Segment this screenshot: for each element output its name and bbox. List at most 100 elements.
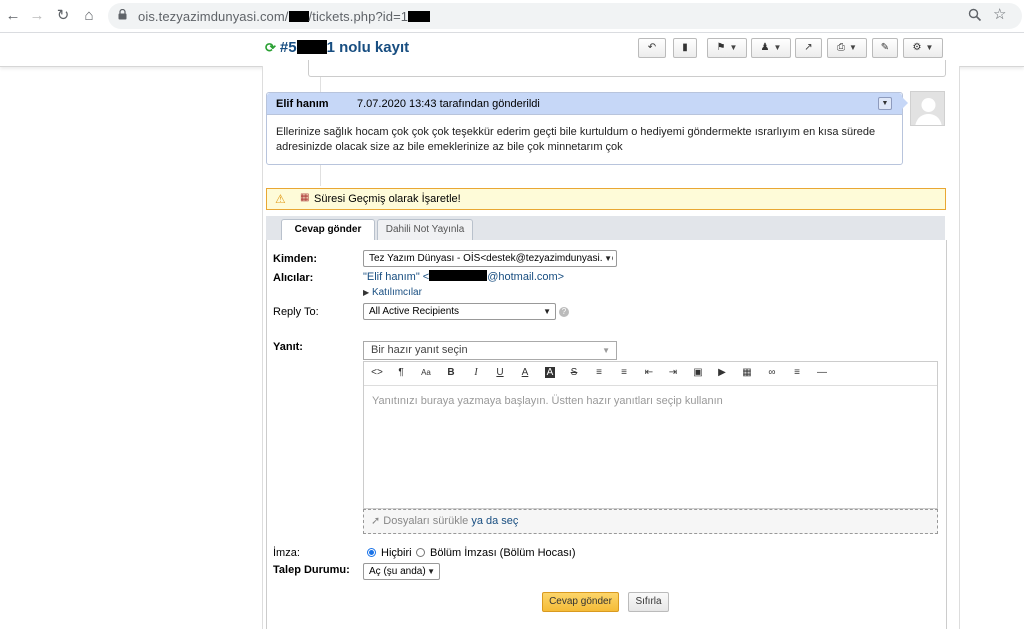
- image-icon[interactable]: ▣: [690, 366, 706, 380]
- gear-icon: ⚙: [912, 42, 922, 53]
- italic-icon[interactable]: I: [468, 366, 484, 380]
- choose-file-link[interactable]: ya da seç: [471, 515, 518, 527]
- numbered-list-icon[interactable]: ≡: [616, 366, 632, 380]
- reply-to-label: Reply To:: [273, 306, 319, 318]
- back-icon[interactable]: ←: [4, 7, 22, 25]
- recipient-address[interactable]: "Elif hanım" < @hotmail.com>: [363, 270, 564, 283]
- print-pdf-button[interactable]: ▮: [673, 38, 697, 58]
- reload-icon[interactable]: ↻: [54, 7, 72, 25]
- reply-icon: ↶: [647, 42, 657, 53]
- chevron-down-icon: ▼: [427, 567, 435, 576]
- recipient-domain: @hotmail.com>: [487, 271, 565, 283]
- settings-button[interactable]: ⚙ ▼: [903, 38, 943, 58]
- signature-none-label[interactable]: Hiçbiri: [381, 547, 412, 559]
- flag-button[interactable]: ⚑ ▼: [707, 38, 747, 58]
- home-icon[interactable]: ⌂: [80, 7, 98, 25]
- redacted: [296, 40, 327, 54]
- html-code-icon[interactable]: <>: [369, 366, 385, 380]
- participants-toggle[interactable]: ▶ Katılımcılar: [363, 287, 422, 298]
- file-dropzone[interactable]: ➚ Dosyaları sürükle ya da seç: [363, 509, 938, 534]
- chevron-down-icon: ▼: [849, 43, 857, 52]
- share-icon: ↗: [804, 42, 813, 53]
- signature-dept-label[interactable]: Bölüm İmzası (Bölüm Hocası): [430, 547, 575, 559]
- avatar: [910, 91, 945, 126]
- message-menu-icon[interactable]: ▼: [878, 97, 892, 110]
- mark-overdue-link[interactable]: Süresi Geçmiş olarak İşaretle!: [314, 193, 461, 205]
- font-color-icon[interactable]: A: [517, 366, 533, 380]
- printer-icon: ⎙: [837, 42, 846, 53]
- overdue-notice[interactable]: ⚠ ▦ Süresi Geçmiş olarak İşaretle!: [266, 188, 946, 210]
- reply-button[interactable]: ↶: [638, 38, 666, 58]
- address-bar[interactable]: ois.tezyazimdunyasi.com//tickets.php?id=…: [108, 3, 1022, 29]
- help-icon[interactable]: ?: [559, 307, 569, 317]
- video-icon[interactable]: ▶: [714, 366, 730, 380]
- link-icon[interactable]: ∞: [764, 366, 780, 380]
- transfer-button[interactable]: ↗: [795, 38, 822, 58]
- flag-icon: ⚑: [716, 42, 726, 53]
- assign-button[interactable]: ♟ ▼: [751, 38, 791, 58]
- chevron-down-icon: ▼: [602, 346, 610, 355]
- page-title[interactable]: ⟳ #5 1 nolu kayıt: [265, 39, 409, 56]
- tab-internal-note[interactable]: Dahili Not Yayınla: [377, 219, 473, 240]
- status-select[interactable]: Aç (şu anda) ▼: [363, 563, 440, 580]
- submit-reply-button[interactable]: Cevap gönder: [542, 592, 619, 612]
- message-body: Ellerinize sağlık hocam çok çok çok teşe…: [276, 126, 876, 153]
- refresh-icon[interactable]: ⟳: [265, 40, 276, 55]
- edit-button[interactable]: ✎: [872, 38, 898, 58]
- book-icon: ▦: [300, 192, 310, 203]
- thread-line: [320, 164, 321, 186]
- canned-response-placeholder: Bir hazır yanıt seçin: [371, 344, 468, 356]
- signature-label: İmza:: [273, 547, 300, 559]
- chevron-down-icon: ▼: [773, 43, 782, 52]
- bold-icon[interactable]: B: [443, 366, 459, 380]
- paragraph-icon[interactable]: ¶: [393, 366, 409, 380]
- warning-icon: ⚠: [275, 192, 286, 206]
- redacted: [288, 11, 309, 22]
- chevron-down-icon: ▼: [925, 43, 934, 52]
- reply-to-select[interactable]: All Active Recipients ▼: [363, 303, 556, 320]
- horizontal-rule-icon[interactable]: —: [814, 366, 830, 380]
- reset-button[interactable]: Sıfırla: [628, 592, 669, 612]
- reply-editor[interactable]: <> ¶ Aa B I U A A S ≡ ≡ ⇤ ⇥ ▣ ▶ ▦ ∞ ≡ — …: [363, 361, 938, 509]
- font-size-icon[interactable]: Aa: [418, 366, 434, 380]
- lock-icon[interactable]: [118, 8, 127, 20]
- chevron-down-icon: ▼: [543, 307, 551, 316]
- url-text: ois.tezyazimdunyasi.com//tickets.php?id=…: [138, 9, 431, 24]
- outdent-icon[interactable]: ⇤: [641, 366, 657, 380]
- highlight-icon[interactable]: A: [542, 366, 558, 380]
- tab-reply[interactable]: Cevap gönder: [281, 219, 375, 241]
- underline-icon[interactable]: U: [492, 366, 508, 380]
- signature-dept-radio[interactable]: [416, 548, 425, 557]
- previous-message-bottom: [308, 60, 946, 77]
- indent-icon[interactable]: ⇥: [665, 366, 681, 380]
- table-icon[interactable]: ▦: [739, 366, 755, 380]
- strikethrough-icon[interactable]: S: [566, 366, 582, 380]
- zoom-icon[interactable]: [968, 8, 982, 22]
- thread-message: Elif hanım 7.07.2020 13:43 tarafından gö…: [266, 92, 903, 165]
- caret-right-icon: ▶: [363, 288, 370, 297]
- dropzone-text: Dosyaları sürükle: [383, 515, 469, 527]
- participants-label: Katılımcılar: [371, 287, 422, 298]
- edit-icon: ✎: [880, 42, 890, 53]
- forward-icon[interactable]: →: [28, 7, 46, 25]
- message-meta: 7.07.2020 13:43 tarafından gönderildi: [357, 98, 540, 110]
- message-header: Elif hanım 7.07.2020 13:43 tarafından gö…: [267, 93, 902, 115]
- redacted: [429, 270, 488, 281]
- redacted: [408, 11, 431, 22]
- recipient-name: "Elif hanım" <: [363, 271, 430, 283]
- print-button[interactable]: ⎙ ▼: [827, 38, 867, 58]
- message-pointer: [901, 96, 908, 110]
- from-label: Kimden:: [273, 253, 317, 265]
- response-label: Yanıt:: [273, 341, 303, 353]
- from-select[interactable]: Tez Yazım Dünyası - OİS<destek@tezyazimd…: [363, 250, 617, 267]
- signature-none-radio[interactable]: [367, 548, 376, 557]
- reply-to-value: All Active Recipients: [369, 306, 460, 317]
- align-icon[interactable]: ≡: [789, 366, 805, 380]
- star-icon[interactable]: ☆: [993, 6, 1006, 24]
- chevron-down-icon: ▼: [729, 43, 738, 52]
- editor-toolbar: <> ¶ Aa B I U A A S ≡ ≡ ⇤ ⇥ ▣ ▶ ▦ ∞ ≡ —: [364, 362, 937, 386]
- user-icon: ♟: [760, 42, 770, 53]
- canned-response-select[interactable]: Bir hazır yanıt seçin ▼: [363, 341, 617, 360]
- status-value: Aç (şu anda): [369, 566, 426, 577]
- bullet-list-icon[interactable]: ≡: [591, 366, 607, 380]
